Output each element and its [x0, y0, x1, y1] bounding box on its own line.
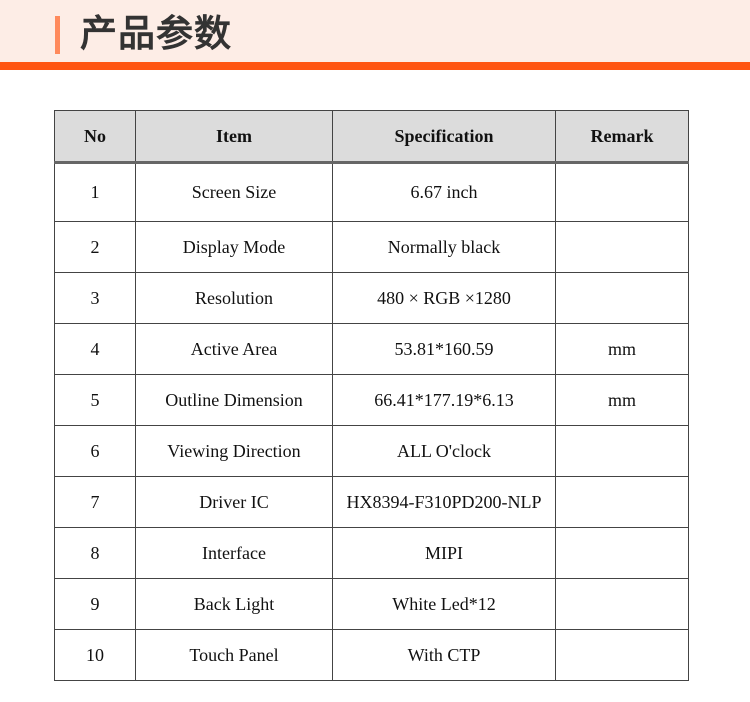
cell-no: 1 — [54, 162, 136, 222]
table-row: 10 Touch Panel With CTP — [54, 629, 689, 681]
cell-item: Screen Size — [135, 162, 333, 222]
table-row: 1 Screen Size 6.67 inch — [54, 162, 689, 222]
header-divider — [0, 62, 750, 70]
cell-specification: 480 × RGB ×1280 — [332, 272, 556, 324]
cell-item: Driver IC — [135, 476, 333, 528]
table-row: 9 Back Light White Led*12 — [54, 578, 689, 630]
table-row: 7 Driver IC HX8394-F310PD200-NLP — [54, 476, 689, 528]
cell-item: Resolution — [135, 272, 333, 324]
cell-no: 3 — [54, 272, 136, 324]
cell-no: 5 — [54, 374, 136, 426]
table-row: 4 Active Area 53.81*160.59 mm — [54, 323, 689, 375]
spec-table: No Item Specification Remark 1 Screen Siz… — [54, 110, 689, 681]
cell-no: 7 — [54, 476, 136, 528]
cell-item: Display Mode — [135, 221, 333, 273]
column-header-specification: Specification — [332, 110, 556, 164]
cell-remark — [555, 221, 689, 273]
cell-no: 2 — [54, 221, 136, 273]
table-row: 3 Resolution 480 × RGB ×1280 — [54, 272, 689, 324]
title-accent-bar — [55, 16, 60, 54]
cell-item: Interface — [135, 527, 333, 579]
cell-remark — [555, 629, 689, 681]
cell-specification: 66.41*177.19*6.13 — [332, 374, 556, 426]
cell-item: Touch Panel — [135, 629, 333, 681]
column-header-no: No — [54, 110, 136, 164]
cell-remark: mm — [555, 374, 689, 426]
cell-item: Active Area — [135, 323, 333, 375]
cell-no: 10 — [54, 629, 136, 681]
cell-specification: 53.81*160.59 — [332, 323, 556, 375]
cell-specification: With CTP — [332, 629, 556, 681]
table-row: 6 Viewing Direction ALL O'clock — [54, 425, 689, 477]
cell-remark — [555, 162, 689, 222]
cell-specification: ALL O'clock — [332, 425, 556, 477]
cell-item: Outline Dimension — [135, 374, 333, 426]
cell-no: 8 — [54, 527, 136, 579]
column-header-remark: Remark — [555, 110, 689, 164]
cell-remark — [555, 527, 689, 579]
table-row: 8 Interface MIPI — [54, 527, 689, 579]
cell-item: Viewing Direction — [135, 425, 333, 477]
cell-specification: 6.67 inch — [332, 162, 556, 222]
cell-no: 9 — [54, 578, 136, 630]
cell-remark — [555, 272, 689, 324]
cell-remark: mm — [555, 323, 689, 375]
cell-remark — [555, 578, 689, 630]
cell-no: 6 — [54, 425, 136, 477]
table-header-row: No Item Specification Remark — [54, 110, 689, 164]
section-header: 产品参数 — [0, 0, 750, 62]
cell-specification: Normally black — [332, 221, 556, 273]
column-header-item: Item — [135, 110, 333, 164]
table-row: 2 Display Mode Normally black — [54, 221, 689, 273]
table-row: 5 Outline Dimension 66.41*177.19*6.13 mm — [54, 374, 689, 426]
page-title: 产品参数 — [80, 12, 232, 55]
cell-remark — [555, 476, 689, 528]
cell-remark — [555, 425, 689, 477]
cell-specification: White Led*12 — [332, 578, 556, 630]
cell-no: 4 — [54, 323, 136, 375]
cell-specification: HX8394-F310PD200-NLP — [332, 476, 556, 528]
cell-item: Back Light — [135, 578, 333, 630]
cell-specification: MIPI — [332, 527, 556, 579]
